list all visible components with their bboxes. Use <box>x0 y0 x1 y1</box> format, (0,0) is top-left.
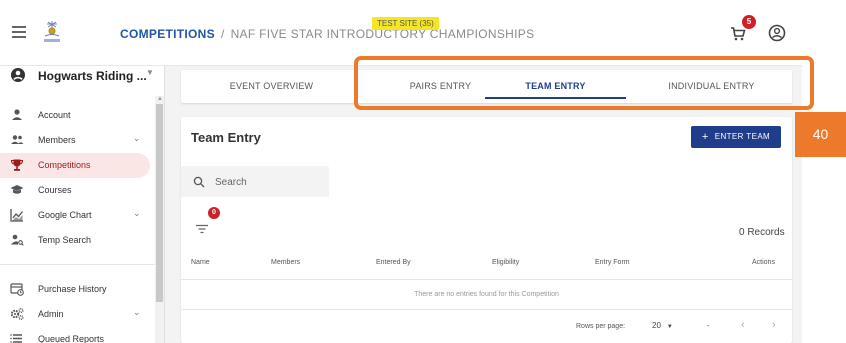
sidebar-item-queued-reports[interactable]: Queued Reports <box>0 327 150 343</box>
chevron-right-icon[interactable]: › <box>772 319 776 331</box>
organization-selector[interactable]: Hogwarts Riding ... ▼ <box>10 66 160 88</box>
record-count: 0 Records <box>739 227 785 238</box>
sidebar-item-label: Queued Reports <box>38 334 105 343</box>
sidebar-item-account[interactable]: Account <box>0 103 150 128</box>
rows-per-page-select[interactable]: 20 ▼ <box>652 321 673 330</box>
graduation-cap-icon <box>10 183 24 197</box>
tab-event-overview[interactable]: EVENT OVERVIEW <box>199 70 344 103</box>
pagination-range: - <box>707 321 710 330</box>
table-footer-divider <box>181 309 792 310</box>
sidebar-item-label: Admin <box>38 309 64 319</box>
sidebar-item-temp-search[interactable]: Temp Search <box>0 228 150 253</box>
filter-list-icon[interactable] <box>196 221 208 234</box>
sidebar-item-google-chart[interactable]: Google Chart ⌄ <box>0 203 150 228</box>
scroll-up-icon[interactable]: ▲ <box>157 96 163 102</box>
account-circle-icon[interactable] <box>768 24 786 42</box>
trophy-icon <box>10 158 24 172</box>
test-site-badge: TEST SITE (35) <box>372 17 439 30</box>
column-header-actions: Actions <box>752 259 775 266</box>
rows-per-page-value: 20 <box>652 321 661 330</box>
hamburger-menu-icon[interactable] <box>12 26 26 38</box>
breadcrumb-competitions-link[interactable]: COMPETITIONS <box>120 27 215 41</box>
scrollbar-thumb[interactable] <box>156 104 163 302</box>
caret-down-icon: ▼ <box>666 324 673 330</box>
card-title: Team Entry <box>191 130 261 145</box>
organization-avatar-icon <box>10 67 26 83</box>
rows-per-page-label: Rows per page: <box>576 323 626 330</box>
chevron-down-icon: ⌄ <box>133 307 141 317</box>
organization-name: Hogwarts Riding ... <box>38 69 147 83</box>
sidebar-divider <box>0 264 155 265</box>
breadcrumb-separator: / <box>220 27 225 41</box>
column-header-entered-by[interactable]: Entered By <box>376 259 411 266</box>
sidebar-item-label: Account <box>38 110 71 120</box>
enter-team-button[interactable]: + ENTER TEAM <box>691 126 781 148</box>
purchase-history-icon <box>10 282 24 296</box>
column-header-entry-form[interactable]: Entry Form <box>595 259 630 266</box>
sidebar-item-label: Google Chart <box>38 210 92 220</box>
search-box[interactable] <box>181 166 329 197</box>
chevron-down-icon: ⌄ <box>133 133 141 143</box>
sidebar-item-competitions[interactable]: Competitions <box>0 153 150 178</box>
sidebar-item-label: Competitions <box>38 160 91 170</box>
table-header-divider <box>181 279 792 280</box>
chart-icon <box>10 208 24 222</box>
search-icon <box>193 175 205 188</box>
search-input[interactable] <box>215 174 315 190</box>
sidebar-item-label: Temp Search <box>38 235 92 245</box>
sidebar-scrollbar[interactable]: ▲ <box>155 96 164 343</box>
list-icon <box>10 332 24 343</box>
chevron-left-icon[interactable]: ‹ <box>741 319 745 331</box>
enter-team-button-label: ENTER TEAM <box>714 132 771 141</box>
cart-count-badge: 5 <box>742 15 756 29</box>
highlight-annotation-box <box>354 56 814 110</box>
sidebar: Hogwarts Riding ... ▼ Account Members ⌄ … <box>0 66 165 343</box>
logo[interactable] <box>40 18 64 46</box>
plus-icon: + <box>701 131 709 143</box>
sidebar-item-label: Members <box>38 135 76 145</box>
sidebar-item-purchase-history[interactable]: Purchase History <box>0 277 150 302</box>
gears-icon <box>10 307 24 321</box>
column-header-name[interactable]: Name <box>191 259 210 266</box>
column-header-eligibility[interactable]: Eligibility <box>492 259 519 266</box>
sidebar-item-courses[interactable]: Courses <box>0 178 150 203</box>
empty-table-message: There are no entries found for this Comp… <box>414 291 559 298</box>
people-icon <box>10 133 24 147</box>
chevron-down-icon: ⌄ <box>133 208 141 218</box>
sidebar-item-admin[interactable]: Admin ⌄ <box>0 302 150 327</box>
sidebar-item-members[interactable]: Members ⌄ <box>0 128 150 153</box>
person-icon <box>10 108 24 122</box>
breadcrumb: COMPETITIONS / NAF FIVE STAR INTRODUCTORY … <box>120 27 534 41</box>
sidebar-item-label: Purchase History <box>38 284 107 294</box>
column-header-members[interactable]: Members <box>271 259 300 266</box>
cart-icon[interactable] <box>730 27 746 41</box>
sidebar-item-label: Courses <box>38 185 72 195</box>
filter-count-badge: 0 <box>208 207 220 219</box>
person-search-icon <box>10 233 24 247</box>
step-number-badge: 40 <box>795 112 846 157</box>
caret-down-icon: ▼ <box>146 68 154 77</box>
